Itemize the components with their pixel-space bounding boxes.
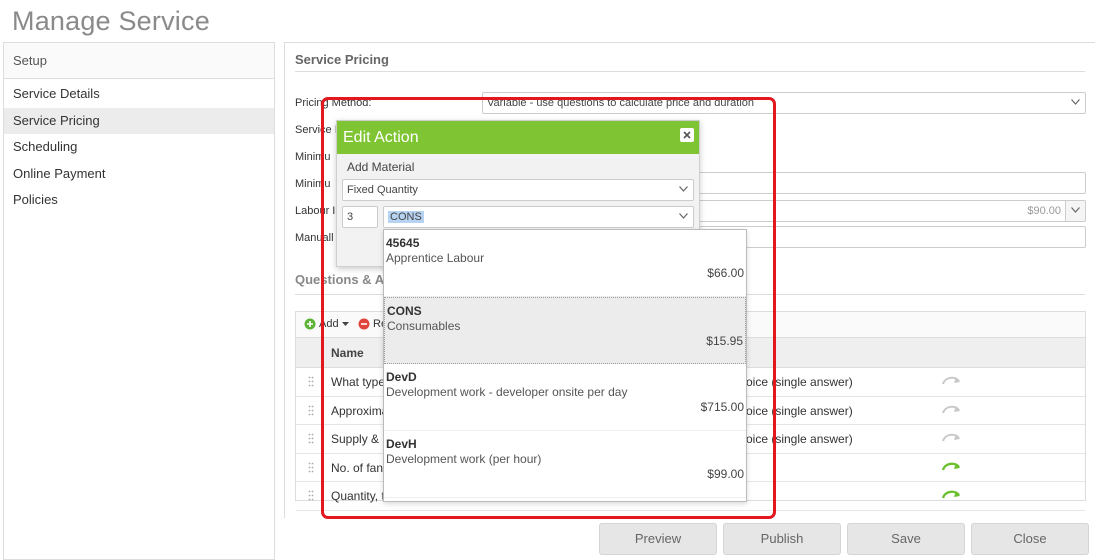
material-code: CONS [387,304,422,318]
chevron-down-icon [1065,201,1085,221]
service-label: Service I [295,124,338,136]
drag-handle-icon[interactable] [308,376,314,387]
material-select[interactable]: CONS [383,206,694,228]
dialog-header: Edit Action [337,121,699,154]
list-item-selected[interactable]: CONS Consumables $15.95 [384,297,746,364]
page-title: Manage Service [12,6,210,36]
material-code: 45645 [386,236,420,250]
dialog-title: Edit Action [343,129,419,146]
material-description: Apprentice Labour [386,251,485,265]
remove-circle-icon [358,318,370,330]
row-type: oice (single answer) [746,403,853,418]
manual-label: Manuall [295,232,334,244]
save-button[interactable]: Save [847,523,965,555]
setup-sidebar: Setup Service Details Service Pricing Sc… [3,42,275,560]
section-title: Service Pricing [295,52,389,67]
quantity-mode-select[interactable]: Fixed Quantity [342,179,694,201]
sidebar-item-online-payment[interactable]: Online Payment [4,161,274,188]
row-name: Quantity, t [331,489,385,503]
chevron-down-icon [673,180,693,200]
minimum-label-1: Minimu [295,151,331,163]
close-icon[interactable] [680,128,694,142]
row-name: Approxima [331,403,389,418]
sidebar-item-service-pricing[interactable]: Service Pricing [4,107,274,134]
row-type: oice (single answer) [746,432,853,446]
material-description: Consumables [387,319,461,333]
caret-down-icon [341,322,349,326]
quantity-input[interactable]: 3 [342,206,378,228]
publish-button[interactable]: Publish [723,523,841,555]
chevron-down-icon [1065,93,1085,113]
labour-label: Labour I [295,205,336,217]
sidebar-header: Setup [4,43,274,79]
material-code: DevD [386,370,417,384]
pricing-method-label: Pricing Method: [295,97,372,109]
material-price: $66.00 [707,266,744,280]
sidebar-item-policies[interactable]: Policies [4,187,274,214]
close-button[interactable]: Close [971,523,1089,555]
drag-handle-icon[interactable] [308,462,314,473]
material-value: CONS [388,211,424,223]
add-button[interactable]: Add [304,318,349,330]
labour-rate-value: $90.00 [1027,205,1061,217]
redo-arrow-icon[interactable] [939,429,965,447]
drag-handle-icon[interactable] [308,433,314,444]
add-material-label: Add Material [347,160,415,174]
drag-handle-icon[interactable] [308,405,314,416]
add-circle-icon [304,318,316,330]
redo-arrow-icon[interactable] [939,401,965,419]
pricing-method-value: Variable - use questions to calculate pr… [487,97,755,109]
preview-button[interactable]: Preview [599,523,717,555]
row-name: No. of fans [331,460,390,475]
quantity-value: 3 [347,211,354,223]
sidebar-item-scheduling[interactable]: Scheduling [4,134,274,161]
questions-title: Questions & A [295,272,385,287]
material-description: Development work (per hour) [386,452,542,466]
chevron-down-icon [673,207,693,227]
material-price: $715.00 [700,400,744,414]
row-name: Supply & i [331,432,386,446]
list-item[interactable]: 45645 Apprentice Labour $66.00 [384,230,746,297]
labour-rate-select[interactable]: $90.00 [695,200,1086,222]
list-item[interactable]: DevD Development work - developer onsite… [384,364,746,431]
material-dropdown-list: 45645 Apprentice Labour $66.00 CONS Cons… [383,229,747,502]
sidebar-item-service-details[interactable]: Service Details [4,81,274,108]
minimum-field[interactable] [695,172,1086,194]
material-code: DevH [386,437,417,451]
add-button-label: Add [319,318,339,330]
redo-arrow-active-icon[interactable] [939,458,965,476]
row-type: oice (single answer) [746,375,853,389]
section-divider [295,71,1085,72]
drag-handle-icon[interactable] [308,490,314,501]
material-price: $99.00 [707,467,744,481]
list-item[interactable]: DevH Development work (per hour) $99.00 [384,431,746,498]
manual-field[interactable] [695,226,1086,248]
minimum-label-2: Minimu [295,178,331,190]
material-price: $15.95 [706,334,743,348]
redo-arrow-active-icon[interactable] [939,486,965,504]
material-description: Development work - developer onsite per … [386,385,628,399]
column-header-name: Name [331,346,364,360]
row-name: What type [331,375,386,389]
quantity-mode-value: Fixed Quantity [347,184,418,196]
pricing-method-select[interactable]: Variable - use questions to calculate pr… [482,92,1086,114]
sidebar-list: Service Details Service Pricing Scheduli… [4,79,274,214]
redo-arrow-icon[interactable] [939,372,965,390]
